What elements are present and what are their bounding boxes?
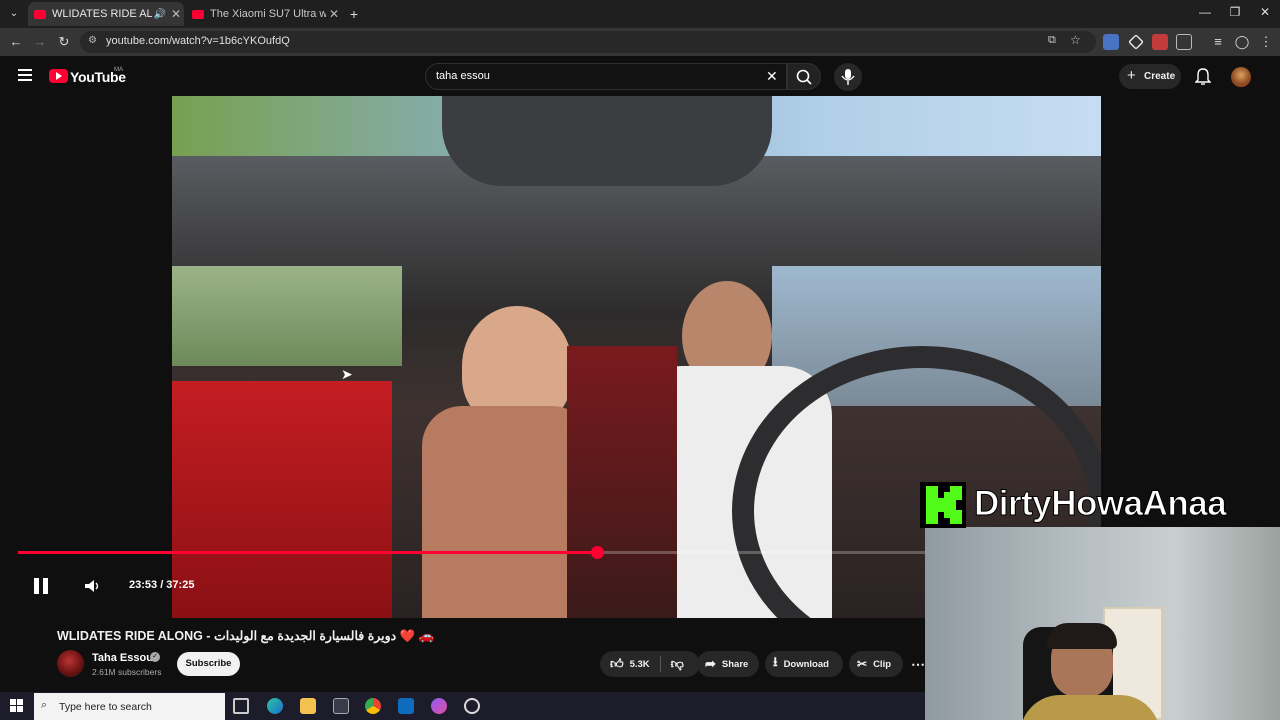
- store-icon[interactable]: [333, 698, 349, 714]
- search-query: taha essou: [436, 70, 490, 82]
- address-bar[interactable]: ⚙ youtube.com/watch?v=1b6cYKOufdQ ⧉ ☆: [80, 31, 1096, 53]
- profile-icon[interactable]: ◯: [1232, 32, 1252, 52]
- restore-icon[interactable]: ❐: [1224, 5, 1246, 23]
- kick-logo-icon: [920, 482, 966, 528]
- download-icon: ⭳: [773, 654, 778, 669]
- clear-search-icon[interactable]: ✕: [766, 68, 778, 85]
- create-label: Create: [1144, 71, 1176, 82]
- download-label: Download: [783, 658, 829, 670]
- taskbar-search-icon: ⌕: [41, 699, 48, 711]
- tab-close-icon[interactable]: ✕: [326, 7, 342, 21]
- extension-red-icon[interactable]: [1152, 34, 1168, 50]
- video-title: WLIDATES RIDE ALONG - دويرة فالسيارة الج…: [57, 629, 435, 643]
- new-tab-button[interactable]: +: [344, 4, 364, 24]
- tab-title: WLIDATES RIDE ALONG - ...: [52, 8, 152, 20]
- chrome-icon[interactable]: [365, 698, 381, 714]
- youtube-favicon-icon: [34, 9, 46, 19]
- subscribe-button[interactable]: Subscribe: [177, 652, 240, 676]
- taskbar-search-input[interactable]: ⌕ Type here to search: [34, 693, 225, 720]
- left-window: [172, 266, 402, 366]
- task-view-icon[interactable]: [233, 698, 249, 714]
- tab-close-icon[interactable]: ✕: [168, 7, 184, 21]
- clip-button[interactable]: ✂ Clip: [849, 651, 903, 677]
- windows-taskbar: ⌕ Type here to search: [0, 692, 925, 720]
- youtube-logo-icon[interactable]: [49, 69, 68, 83]
- close-window-icon[interactable]: ✕: [1254, 5, 1276, 23]
- share-button[interactable]: ➦ Share: [697, 651, 759, 677]
- like-thumb-icon[interactable]: 👍︎: [610, 656, 624, 672]
- browser-tab-strip: ⌄ WLIDATES RIDE ALONG - ... 🔊 ✕ The Xiao…: [0, 0, 1280, 28]
- verified-check-icon: ✓: [150, 652, 160, 662]
- webcam-feed: [925, 527, 1280, 720]
- search-input[interactable]: taha essou ✕: [425, 63, 787, 90]
- clip-label: Clip: [873, 658, 892, 670]
- windows-start-icon[interactable]: [10, 699, 24, 713]
- region-code: MA: [114, 67, 123, 73]
- menu-hamburger-icon[interactable]: [18, 69, 32, 81]
- create-button[interactable]: + Create: [1119, 64, 1181, 89]
- site-info-icon[interactable]: ⚙: [88, 35, 97, 46]
- channel-avatar[interactable]: [57, 650, 84, 677]
- tab-search-icon[interactable]: ⌄: [4, 4, 24, 24]
- like-divider: [659, 656, 661, 672]
- streamer-overlay: DirtyHowaAnaa: [918, 480, 1280, 528]
- obs-icon[interactable]: [464, 698, 480, 714]
- install-icon[interactable]: ⧉: [1048, 34, 1056, 47]
- subscriber-count: 2.61M subscribers: [92, 667, 162, 677]
- url-text: youtube.com/watch?v=1b6cYKOufdQ: [106, 35, 290, 47]
- like-count[interactable]: 5.3K: [630, 659, 650, 670]
- chrome-menu-icon[interactable]: ⋮: [1256, 32, 1276, 52]
- microphone-icon: [841, 69, 855, 85]
- extension-icon[interactable]: [1128, 34, 1144, 50]
- search-icon: [796, 69, 812, 85]
- like-dislike-group: 👍︎ 5.3K 👎︎: [600, 651, 700, 677]
- minimize-icon[interactable]: —: [1194, 5, 1216, 23]
- streamer-name: DirtyHowaAnaa: [973, 484, 1227, 524]
- plus-icon: +: [1127, 67, 1136, 84]
- scissors-icon: ✂: [857, 657, 868, 671]
- tab-xiaomi[interactable]: The Xiaomi SU7 Ultra will END ... ✕: [186, 2, 342, 26]
- search-button[interactable]: [787, 63, 821, 90]
- time-display: 23:53 / 37:25: [129, 579, 195, 591]
- progress-played: [18, 551, 597, 554]
- account-avatar[interactable]: [1231, 67, 1251, 87]
- reload-icon[interactable]: ↻: [54, 32, 74, 52]
- extensions-puzzle-icon[interactable]: [1176, 34, 1192, 50]
- file-explorer-icon[interactable]: [300, 698, 316, 714]
- progress-scrubber[interactable]: [590, 546, 604, 559]
- browser-toolbar: ← → ↻ ⚙ youtube.com/watch?v=1b6cYKOufdQ …: [0, 28, 1280, 56]
- back-icon[interactable]: ←: [6, 32, 26, 52]
- dislike-thumb-icon[interactable]: 👎︎: [671, 656, 684, 672]
- tab-title: The Xiaomi SU7 Ultra will END ...: [210, 8, 326, 20]
- more-actions-icon[interactable]: ⋯: [911, 656, 925, 673]
- share-arrow-icon: ➦: [705, 656, 716, 671]
- channel-name[interactable]: Taha Essou: [92, 652, 153, 664]
- taskbar-search-placeholder: Type here to search: [59, 701, 152, 713]
- translate-extension-icon[interactable]: [1103, 34, 1119, 50]
- voice-search-button[interactable]: [834, 63, 862, 91]
- player-controls: 23:53 / 37:25: [0, 540, 926, 620]
- mouse-cursor-icon: ➤: [341, 366, 353, 382]
- roof-console: [442, 96, 772, 186]
- download-button[interactable]: ⭳ Download: [765, 651, 843, 677]
- progress-bar[interactable]: [18, 546, 925, 559]
- audio-icon[interactable]: 🔊: [152, 9, 168, 20]
- youtube-header: YouTube MA taha essou ✕ + Create: [0, 56, 1280, 96]
- notifications-bell-icon[interactable]: [1194, 66, 1212, 91]
- youtube-favicon-icon: [192, 9, 204, 19]
- pause-button[interactable]: [33, 577, 49, 595]
- outlook-icon[interactable]: [398, 698, 414, 714]
- bookmark-star-icon[interactable]: ☆: [1070, 33, 1081, 47]
- tab-wlidates[interactable]: WLIDATES RIDE ALONG - ... 🔊 ✕: [28, 2, 184, 26]
- share-label: Share: [721, 658, 749, 670]
- media-control-icon[interactable]: ≡: [1208, 32, 1228, 52]
- webcam-headset: [1047, 623, 1117, 649]
- volume-icon[interactable]: [83, 577, 101, 600]
- forward-icon[interactable]: →: [30, 32, 50, 52]
- app-icon[interactable]: [431, 698, 447, 714]
- edge-icon[interactable]: [267, 698, 283, 714]
